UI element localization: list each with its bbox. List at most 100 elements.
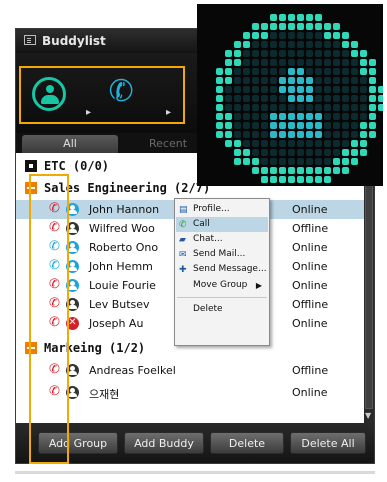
presence-dropdown-arrow-icon[interactable]: ▸ — [86, 107, 91, 118]
pixel — [279, 113, 286, 120]
pixel — [243, 122, 250, 129]
pixel — [297, 77, 304, 84]
pixel — [351, 122, 358, 129]
pixel — [234, 113, 241, 120]
pixel — [261, 158, 268, 165]
pixel — [288, 113, 295, 120]
pixel — [261, 149, 268, 156]
pixel — [360, 86, 367, 93]
pixel — [351, 86, 358, 93]
pixel — [288, 77, 295, 84]
pixel — [234, 41, 241, 48]
pixel — [306, 14, 313, 21]
pixel — [315, 176, 322, 183]
pixel — [297, 131, 304, 138]
pixel — [243, 158, 250, 165]
pixel — [270, 77, 277, 84]
menu-separator — [177, 297, 267, 298]
pixel — [261, 68, 268, 75]
pixel — [315, 59, 322, 66]
pixel — [342, 59, 349, 66]
pixel — [252, 122, 259, 129]
pixel — [333, 113, 340, 120]
pixel — [279, 131, 286, 138]
phone-dropdown-arrow-icon[interactable]: ▸ — [166, 107, 171, 118]
pixel — [315, 167, 322, 174]
pixel — [351, 77, 358, 84]
pixel — [297, 140, 304, 147]
pixel — [243, 77, 250, 84]
pixel — [297, 104, 304, 111]
pixel — [243, 131, 250, 138]
pixel — [351, 113, 358, 120]
scrollbar-thumb[interactable] — [365, 157, 373, 409]
pixel — [342, 95, 349, 102]
pixel — [297, 149, 304, 156]
delete-button[interactable]: Delete — [210, 432, 284, 454]
pixel — [333, 32, 340, 39]
pixel — [315, 131, 322, 138]
pixel — [360, 113, 367, 120]
pixel — [261, 122, 268, 129]
pixel — [297, 68, 304, 75]
pixel — [270, 104, 277, 111]
pixel — [288, 68, 295, 75]
message-icon: ✚ — [179, 265, 187, 275]
add-buddy-button[interactable]: Add Buddy — [124, 432, 204, 454]
pixel — [306, 86, 313, 93]
pixel — [342, 158, 349, 165]
group-collapsed-icon[interactable] — [25, 160, 37, 172]
pixel — [324, 23, 331, 30]
pixel — [297, 167, 304, 174]
pixel — [306, 122, 313, 129]
pixel — [252, 77, 259, 84]
pixel — [279, 68, 286, 75]
pixel — [333, 41, 340, 48]
pixel — [333, 86, 340, 93]
buddy-status: Online — [292, 241, 328, 254]
pixel — [216, 104, 223, 111]
menu-item-move-group[interactable]: Move Group ▶ — [176, 278, 268, 293]
pixel — [261, 59, 268, 66]
pixel — [369, 113, 376, 120]
pixel — [252, 140, 259, 147]
button-bar: Add Group Add Buddy Delete Delete All — [16, 423, 374, 463]
pixel — [216, 131, 223, 138]
pixel — [270, 41, 277, 48]
group-label: ETC (0/0) — [44, 159, 110, 173]
menu-item-chat[interactable]: ▰ Chat... — [176, 232, 268, 247]
pixel — [261, 104, 268, 111]
pixel — [297, 158, 304, 165]
pixel — [333, 167, 340, 174]
pixel — [315, 68, 322, 75]
pixel — [315, 158, 322, 165]
pixel — [225, 50, 232, 57]
pixel — [288, 122, 295, 129]
pixel — [360, 95, 367, 102]
menu-item-delete[interactable]: Delete — [176, 302, 268, 317]
pixel — [288, 59, 295, 66]
pixel — [270, 122, 277, 129]
scroll-down-icon[interactable]: ▼ — [365, 411, 371, 420]
pixel — [315, 113, 322, 120]
delete-all-button[interactable]: Delete All — [290, 432, 366, 454]
buddy-name: Wilfred Woo — [89, 222, 155, 235]
pixel — [297, 50, 304, 57]
pixel — [261, 176, 268, 183]
menu-item-send-message[interactable]: ✚ Send Message... — [176, 262, 268, 277]
tab-all[interactable]: All — [22, 135, 118, 153]
pixel — [288, 167, 295, 174]
pixel — [369, 95, 376, 102]
my-presence-icon[interactable] — [32, 77, 66, 111]
pixel — [270, 140, 277, 147]
buddy-list-scrollbar[interactable]: ▼ — [364, 153, 374, 423]
pixel — [342, 68, 349, 75]
menu-item-profile[interactable]: ▤ Profile... — [176, 202, 268, 217]
pixel — [234, 104, 241, 111]
pixel — [315, 41, 322, 48]
menu-item-send-mail[interactable]: ✉ Send Mail... — [176, 247, 268, 262]
pixel — [297, 23, 304, 30]
pixel — [279, 158, 286, 165]
menu-item-call[interactable]: ✆ Call — [176, 217, 268, 232]
pixel — [342, 77, 349, 84]
